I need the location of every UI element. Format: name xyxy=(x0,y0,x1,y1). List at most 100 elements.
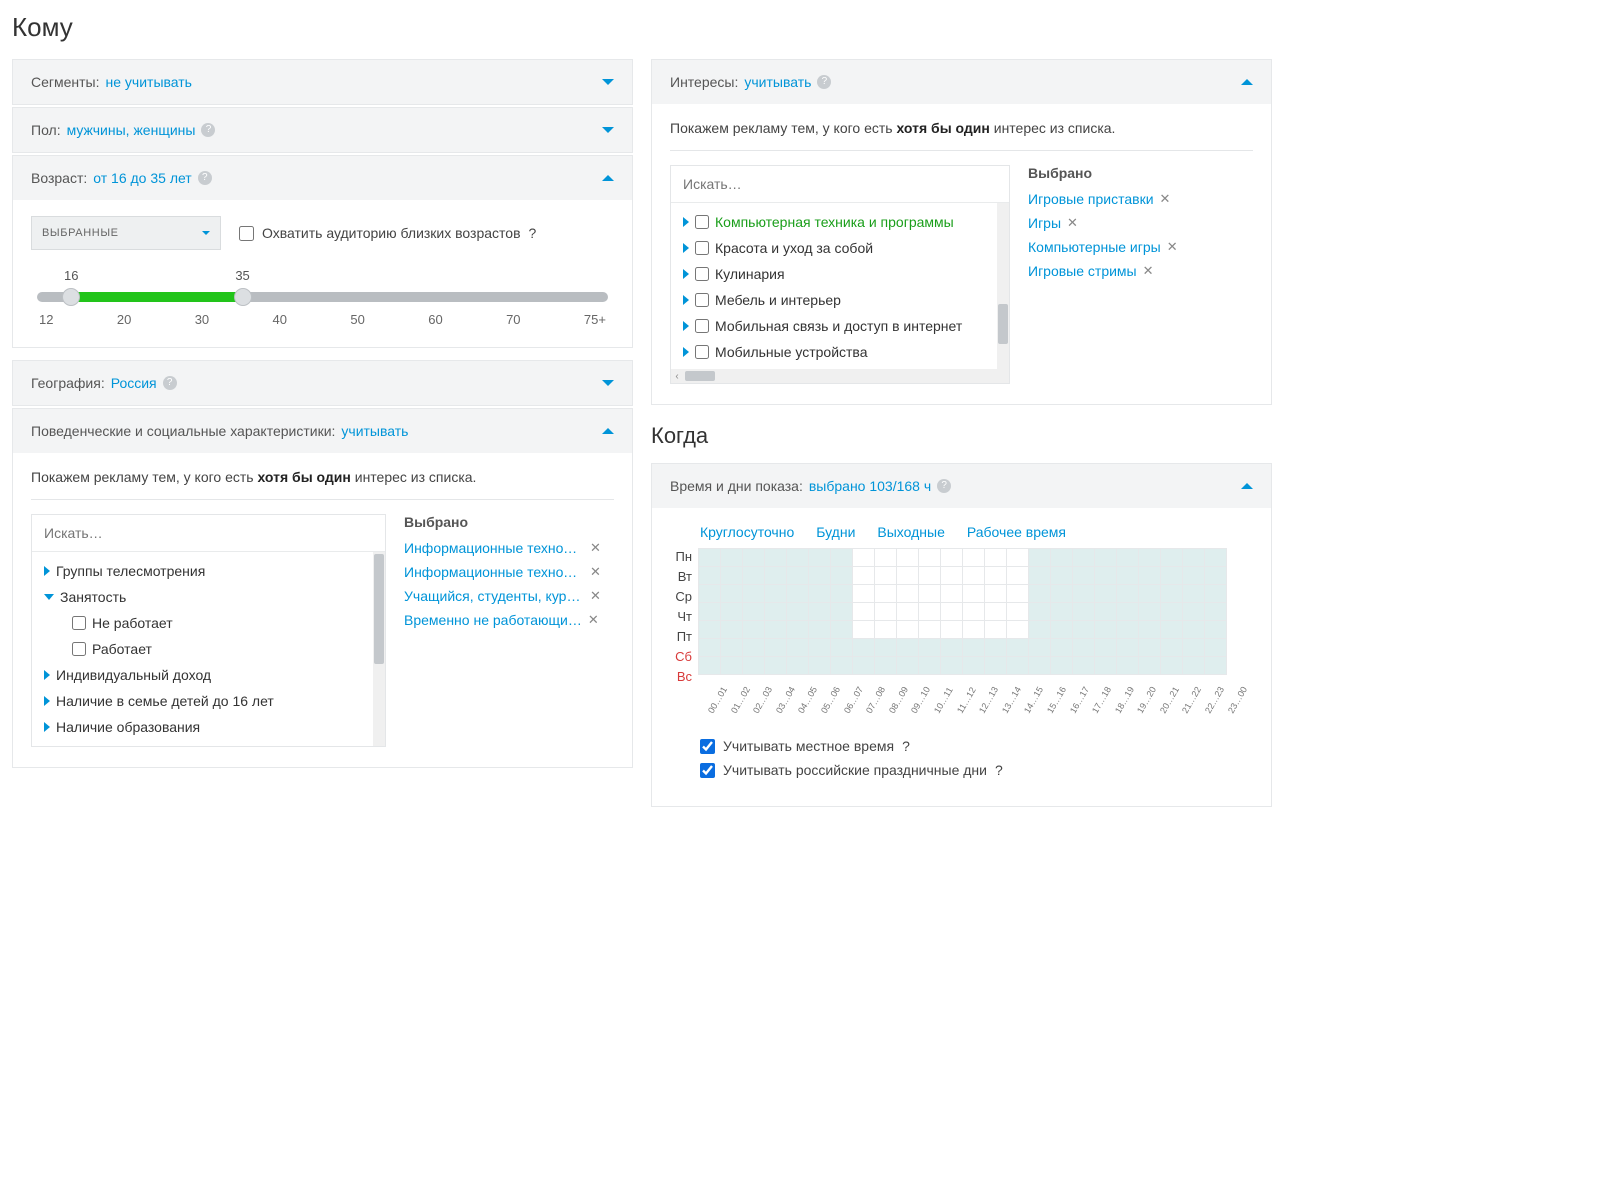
tree-item-checkbox[interactable] xyxy=(695,293,709,307)
schedule-cell[interactable] xyxy=(1117,639,1139,657)
schedule-cell[interactable] xyxy=(1051,549,1073,567)
schedule-cell[interactable] xyxy=(787,567,809,585)
schedule-cell[interactable] xyxy=(1139,657,1161,675)
schedule-cell[interactable] xyxy=(721,621,743,639)
schedule-cell[interactable] xyxy=(985,639,1007,657)
schedule-holidays-checkbox[interactable]: Учитывать российские праздничные дни ? xyxy=(700,762,1253,778)
schedule-cell[interactable] xyxy=(831,549,853,567)
tree-item[interactable]: Наличие образования xyxy=(38,714,381,740)
schedule-cell[interactable] xyxy=(699,657,721,675)
schedule-cell[interactable] xyxy=(1007,621,1029,639)
tree-item[interactable]: Группы телесмотрения xyxy=(38,558,381,584)
chevron-right-icon[interactable] xyxy=(683,321,689,331)
schedule-cell[interactable] xyxy=(1205,639,1227,657)
schedule-cell[interactable] xyxy=(1073,639,1095,657)
schedule-cell[interactable] xyxy=(963,567,985,585)
schedule-cell[interactable] xyxy=(743,657,765,675)
schedule-cell[interactable] xyxy=(1007,549,1029,567)
schedule-cell[interactable] xyxy=(743,621,765,639)
schedule-cell[interactable] xyxy=(743,603,765,621)
selected-tag-link[interactable]: Игровые стримы xyxy=(1028,263,1137,279)
schedule-cell[interactable] xyxy=(875,585,897,603)
schedule-cell[interactable] xyxy=(1073,549,1095,567)
schedule-cell[interactable] xyxy=(1183,639,1205,657)
schedule-cell[interactable] xyxy=(809,639,831,657)
schedule-cell[interactable] xyxy=(765,639,787,657)
panel-geo-header[interactable]: География: Россия ? xyxy=(13,361,632,405)
schedule-cell[interactable] xyxy=(1161,549,1183,567)
schedule-local-time-input[interactable] xyxy=(700,739,715,754)
schedule-cell[interactable] xyxy=(875,639,897,657)
schedule-cell[interactable] xyxy=(1183,585,1205,603)
schedule-cell[interactable] xyxy=(897,549,919,567)
chevron-down-icon[interactable] xyxy=(44,594,54,600)
schedule-cell[interactable] xyxy=(941,657,963,675)
selected-tag-link[interactable]: Игровые приставки xyxy=(1028,191,1154,207)
schedule-cell[interactable] xyxy=(809,603,831,621)
schedule-cell[interactable] xyxy=(1095,585,1117,603)
schedule-cell[interactable] xyxy=(765,585,787,603)
selected-tag-link[interactable]: Учащийся, студенты, курс… xyxy=(404,588,584,604)
schedule-cell[interactable] xyxy=(721,567,743,585)
schedule-cell[interactable] xyxy=(699,603,721,621)
schedule-cell[interactable] xyxy=(1007,657,1029,675)
chevron-right-icon[interactable] xyxy=(683,243,689,253)
schedule-cell[interactable] xyxy=(875,621,897,639)
schedule-cell[interactable] xyxy=(1117,603,1139,621)
schedule-cell[interactable] xyxy=(941,621,963,639)
schedule-cell[interactable] xyxy=(853,657,875,675)
schedule-cell[interactable] xyxy=(721,549,743,567)
tree-item[interactable]: Мебель и интерьер xyxy=(677,287,1005,313)
schedule-cell[interactable] xyxy=(985,603,1007,621)
age-slider-handle-low[interactable] xyxy=(62,288,80,306)
schedule-cell[interactable] xyxy=(941,549,963,567)
interests-tree[interactable]: ‹ Компьютерная техника и программыКрасот… xyxy=(671,203,1009,383)
schedule-cell[interactable] xyxy=(809,585,831,603)
schedule-cell[interactable] xyxy=(919,621,941,639)
tree-item-checkbox[interactable] xyxy=(72,642,86,656)
help-icon[interactable]: ? xyxy=(817,75,831,89)
schedule-cell[interactable] xyxy=(963,603,985,621)
tree-item-checkbox[interactable] xyxy=(695,267,709,281)
schedule-cell[interactable] xyxy=(699,567,721,585)
schedule-cell[interactable] xyxy=(765,549,787,567)
schedule-cell[interactable] xyxy=(963,585,985,603)
schedule-cell[interactable] xyxy=(897,639,919,657)
tree-item[interactable]: Красота и уход за собой xyxy=(677,235,1005,261)
schedule-cell[interactable] xyxy=(809,657,831,675)
schedule-cell[interactable] xyxy=(985,567,1007,585)
age-slider-track[interactable] xyxy=(37,292,608,302)
schedule-cell[interactable] xyxy=(1139,567,1161,585)
age-slider[interactable]: 16 35 1220304050607075+ xyxy=(31,268,614,327)
schedule-cell[interactable] xyxy=(721,603,743,621)
schedule-cell[interactable] xyxy=(941,639,963,657)
schedule-cell[interactable] xyxy=(1161,621,1183,639)
schedule-cell[interactable] xyxy=(1007,639,1029,657)
chevron-right-icon[interactable] xyxy=(44,670,50,680)
schedule-cell[interactable] xyxy=(1029,603,1051,621)
schedule-cell[interactable] xyxy=(1095,567,1117,585)
tree-item[interactable]: Мобильная связь и доступ в интернет xyxy=(677,313,1005,339)
tree-item[interactable]: Наличие в семье детей до 16 лет xyxy=(38,688,381,714)
age-slider-handle-high[interactable] xyxy=(234,288,252,306)
tree-item[interactable]: Компьютерная техника и программы xyxy=(677,209,1005,235)
schedule-cell[interactable] xyxy=(831,585,853,603)
help-icon[interactable]: ? xyxy=(937,479,951,493)
selected-tag-link[interactable]: Компьютерные игры xyxy=(1028,239,1161,255)
schedule-cell[interactable] xyxy=(743,585,765,603)
schedule-cell[interactable] xyxy=(897,657,919,675)
schedule-cell[interactable] xyxy=(787,585,809,603)
schedule-cell[interactable] xyxy=(963,639,985,657)
schedule-cell[interactable] xyxy=(1139,585,1161,603)
schedule-cell[interactable] xyxy=(1117,567,1139,585)
schedule-cell[interactable] xyxy=(831,621,853,639)
help-icon[interactable]: ? xyxy=(995,762,1003,778)
schedule-cell[interactable] xyxy=(853,567,875,585)
schedule-cell[interactable] xyxy=(1007,603,1029,621)
schedule-cell[interactable] xyxy=(743,549,765,567)
schedule-cell[interactable] xyxy=(853,639,875,657)
schedule-cell[interactable] xyxy=(1073,567,1095,585)
interests-search-input[interactable] xyxy=(671,166,1009,203)
remove-tag-icon[interactable]: ✕ xyxy=(590,588,601,604)
schedule-cell[interactable] xyxy=(699,585,721,603)
